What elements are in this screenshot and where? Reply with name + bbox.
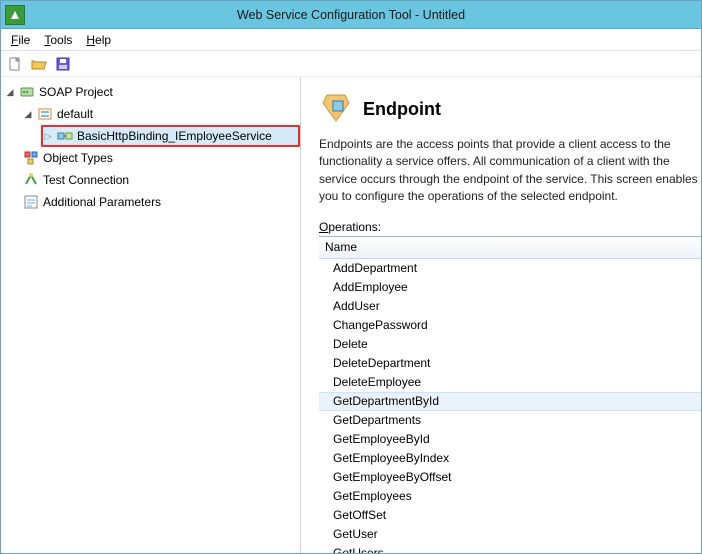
tree-root[interactable]: ◢ SOAP Project [1, 81, 300, 103]
operation-row[interactable]: GetEmployeeByOffset [319, 468, 701, 487]
tree-test-connection[interactable]: Test Connection [1, 169, 300, 191]
tree-default[interactable]: ◢ default [1, 103, 300, 125]
tree-label: Test Connection [43, 173, 129, 187]
additional-params-icon [23, 194, 39, 210]
operation-row[interactable]: AddEmployee [319, 278, 701, 297]
operation-row[interactable]: GetDepartments [319, 411, 701, 430]
endpoint-title: Endpoint [363, 99, 441, 120]
tree-label: BasicHttpBinding_IEmployeeService [77, 129, 272, 143]
expander-icon[interactable]: ▷ [43, 131, 53, 141]
tree-label: SOAP Project [39, 85, 113, 99]
operations-label: Operations: [319, 220, 701, 234]
tree-label: Object Types [43, 151, 113, 165]
operation-row[interactable]: GetOffSet [319, 506, 701, 525]
new-button[interactable] [5, 54, 25, 74]
operation-row[interactable]: GetDepartmentById [319, 392, 701, 411]
tree-label: Additional Parameters [43, 195, 161, 209]
operation-row[interactable]: GetEmployees [319, 487, 701, 506]
open-button[interactable] [29, 54, 49, 74]
operation-row[interactable]: DeleteDepartment [319, 354, 701, 373]
menu-help[interactable]: Help [80, 31, 117, 49]
soap-project-icon [19, 84, 35, 100]
operation-row[interactable]: GetUser [319, 525, 701, 544]
operation-row[interactable]: GetUsers [319, 544, 701, 553]
operation-row[interactable]: ChangePassword [319, 316, 701, 335]
expander-icon[interactable]: ◢ [23, 109, 33, 119]
operation-row[interactable]: AddDepartment [319, 259, 701, 278]
expander-icon[interactable]: ◢ [5, 87, 15, 97]
detail-pane: Endpoint Endpoints are the access points… [301, 77, 701, 553]
endpoint-icon [57, 128, 73, 144]
object-types-icon [23, 150, 39, 166]
tree-object-types[interactable]: Object Types [1, 147, 300, 169]
tree-additional-params[interactable]: Additional Parameters [1, 191, 300, 213]
app-icon [5, 5, 25, 25]
menu-file[interactable]: File [5, 31, 36, 49]
tree-view[interactable]: ◢ SOAP Project ◢ default ▷ BasicHttpBind… [1, 77, 301, 553]
tree-label: default [57, 107, 93, 121]
operations-header-name[interactable]: Name [319, 237, 701, 259]
window-title: Web Service Configuration Tool - Untitle… [237, 8, 465, 22]
save-button[interactable] [53, 54, 73, 74]
operation-row[interactable]: GetEmployeeById [319, 430, 701, 449]
titlebar: Web Service Configuration Tool - Untitle… [1, 1, 701, 29]
endpoint-description: Endpoints are the access points that pro… [319, 136, 701, 206]
operation-row[interactable]: Delete [319, 335, 701, 354]
menu-tools[interactable]: Tools [38, 31, 78, 49]
operations-table[interactable]: Name AddDepartmentAddEmployeeAddUserChan… [319, 236, 701, 553]
endpoint-big-icon [319, 91, 353, 128]
test-connection-icon [23, 172, 39, 188]
menubar: File Tools Help [1, 29, 701, 51]
operation-row[interactable]: GetEmployeeByIndex [319, 449, 701, 468]
toolbar [1, 51, 701, 77]
service-icon [37, 106, 53, 122]
operation-row[interactable]: AddUser [319, 297, 701, 316]
tree-binding-selected[interactable]: ▷ BasicHttpBinding_IEmployeeService [41, 125, 300, 147]
operation-row[interactable]: DeleteEmployee [319, 373, 701, 392]
